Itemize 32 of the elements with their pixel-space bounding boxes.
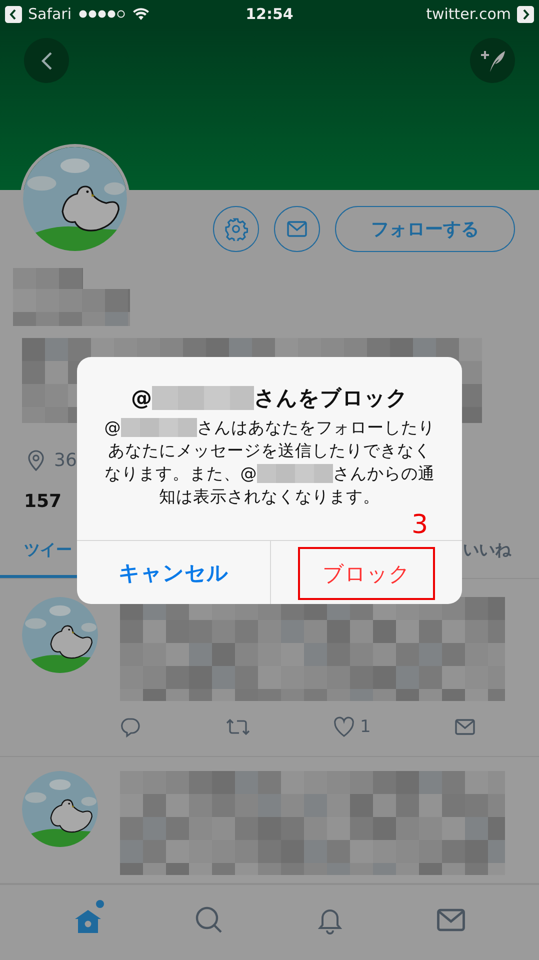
settings-icon: [224, 217, 248, 241]
chevron-left-icon: [40, 50, 54, 72]
wifi-icon: [132, 7, 150, 21]
dialog-message: さんはあなたをフォローしたり: [196, 417, 435, 439]
location-icon: [26, 449, 46, 471]
dialog-message: 知は表示されなくなります。: [159, 486, 380, 508]
location-text: 36: [54, 450, 77, 470]
dialog-message: @: [104, 417, 121, 439]
pixelated-name: [13, 268, 83, 289]
profile-tab[interactable]: いいね: [457, 526, 539, 578]
compose-button[interactable]: [470, 38, 515, 83]
settings-button[interactable]: [213, 206, 259, 252]
dialog-message: なります。また、@: [104, 463, 257, 485]
like-count: 1: [360, 717, 371, 737]
signal-icon: [78, 9, 126, 19]
back-button[interactable]: [24, 38, 69, 83]
dialog-title: @: [131, 386, 152, 410]
block-button[interactable]: ブロック: [298, 547, 435, 600]
clock-time: 12:54: [246, 5, 294, 23]
back-app-label[interactable]: Safari: [28, 5, 72, 23]
heart-icon[interactable]: [332, 715, 356, 739]
reply-icon[interactable]: [118, 715, 142, 739]
follow-button[interactable]: フォローする: [335, 206, 515, 252]
url-label: twitter.com: [426, 5, 511, 23]
dialog-message: さんからの通: [332, 463, 435, 485]
dialog-message: あなたにメッセージを送信したりできなく: [108, 440, 431, 462]
step-number: 3: [411, 510, 428, 540]
back-app-icon[interactable]: [5, 6, 22, 22]
dialog-title: さんをブロック: [254, 385, 408, 412]
forward-icon[interactable]: [517, 6, 534, 22]
count-text: 157: [24, 491, 62, 512]
message-button[interactable]: [274, 206, 320, 252]
